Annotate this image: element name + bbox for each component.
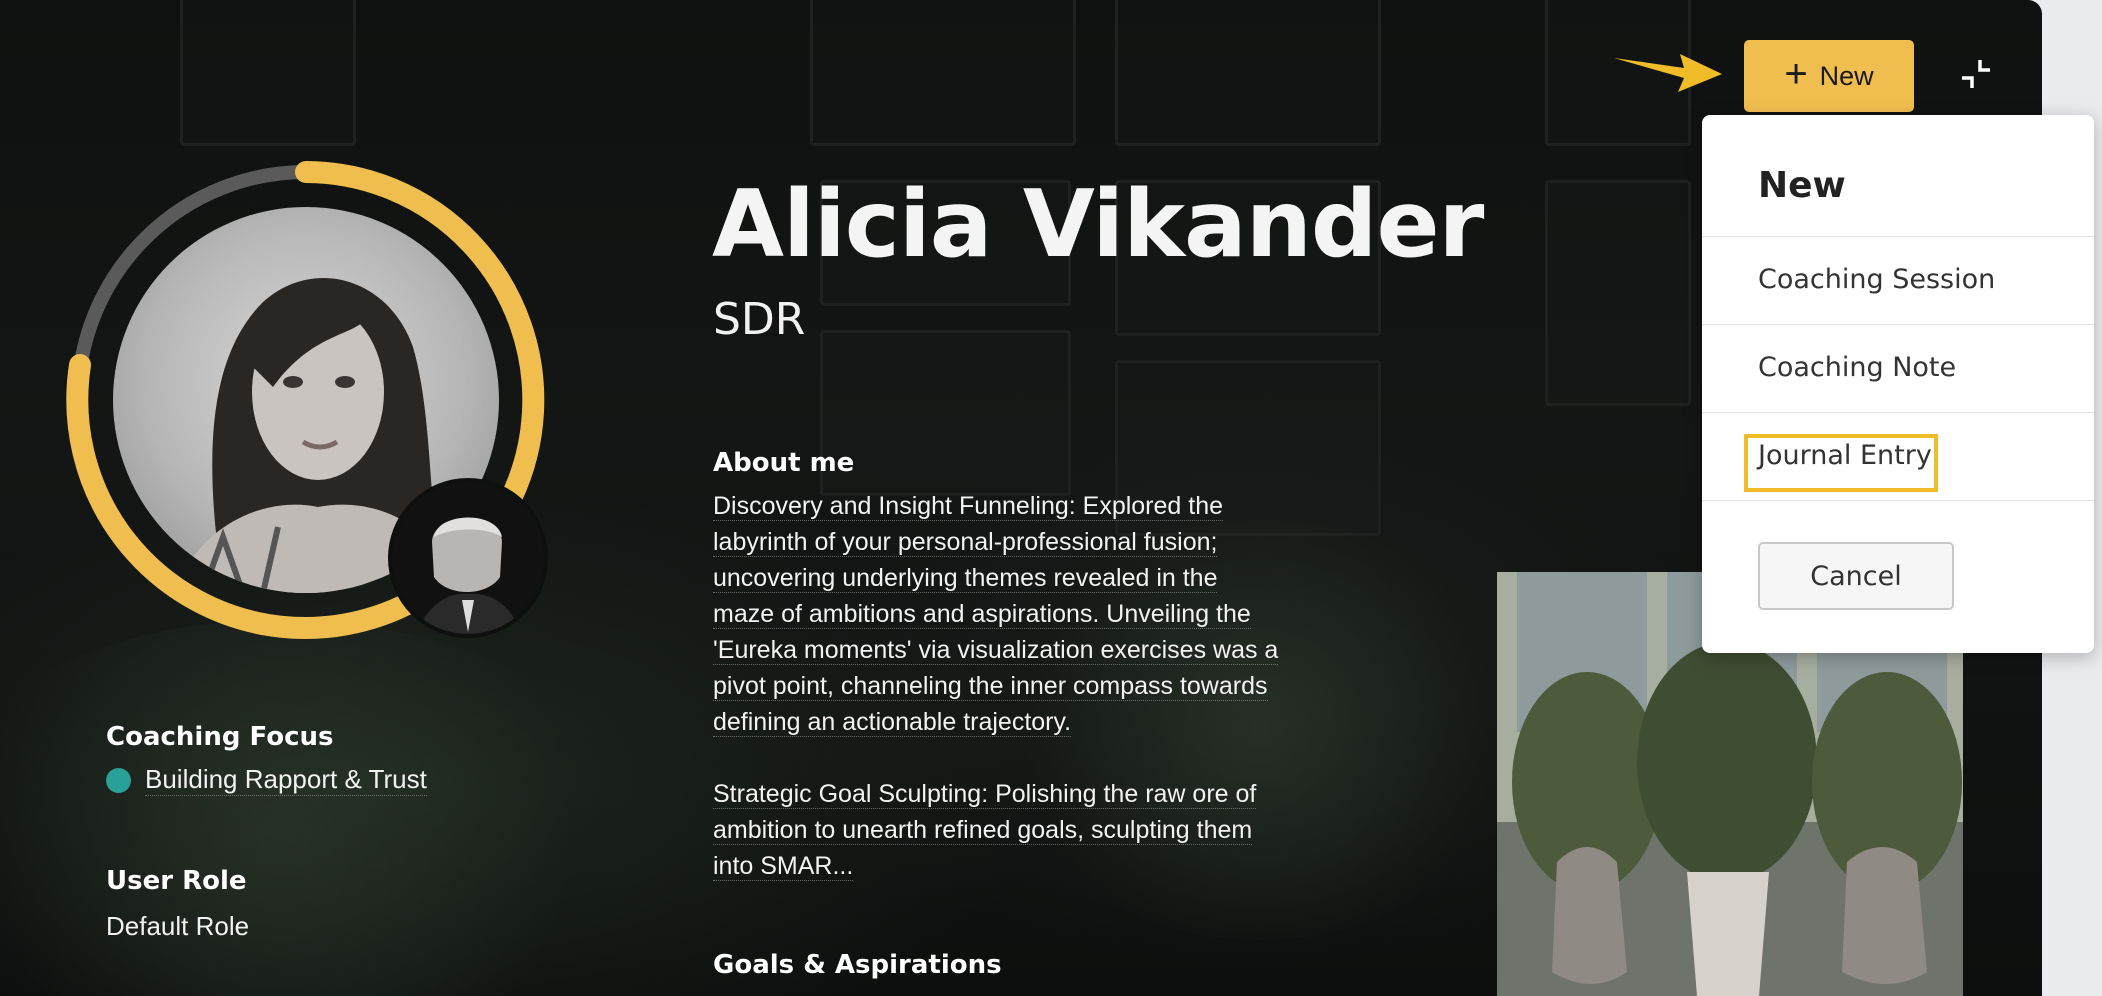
background-panel <box>810 0 1076 146</box>
about-line: into SMAR... <box>713 852 854 881</box>
mini-portrait-image <box>392 482 544 634</box>
user-role-value: Default Role <box>106 911 250 941</box>
profile-name: Alicia Vikander <box>712 170 1484 278</box>
about-line: pivot point, channeling the inner compas… <box>713 672 1268 701</box>
plus-icon: + <box>1784 52 1808 96</box>
secondary-avatar <box>388 478 548 638</box>
collapse-icon[interactable] <box>1956 54 1996 94</box>
menu-item-coaching-session[interactable]: Coaching Session <box>1758 264 1995 295</box>
menu-item-coaching-note[interactable]: Coaching Note <box>1758 352 1956 383</box>
menu-divider <box>1702 236 2094 237</box>
background-foliage <box>0 620 640 996</box>
focus-status-dot <box>106 767 131 793</box>
new-button-label: New <box>1819 60 1874 91</box>
about-line: Strategic Goal Sculpting: Polishing the … <box>713 780 1257 809</box>
about-line: labyrinth of your personal-professional … <box>713 528 1218 557</box>
background-panel <box>820 330 1071 496</box>
about-line: maze of ambitions and aspirations. Unvei… <box>713 600 1251 629</box>
menu-divider <box>1702 500 2094 501</box>
new-menu-heading: New <box>1758 165 1846 206</box>
background-panel <box>180 0 356 146</box>
arrow-pointer-icon <box>1614 54 1722 92</box>
menu-item-journal-entry[interactable]: Journal Entry <box>1758 440 1932 471</box>
menu-divider <box>1702 324 2094 325</box>
coaching-focus-label: Building Rapport & Trust <box>145 764 427 796</box>
avatar-progress <box>66 160 548 640</box>
coaching-focus-item: Building Rapport & Trust <box>106 764 427 796</box>
user-role-heading: User Role <box>106 866 247 896</box>
about-line: ambition to unearth refined goals, sculp… <box>713 816 1253 845</box>
about-heading: About me <box>713 448 855 478</box>
background-panel <box>1115 0 1381 146</box>
menu-divider <box>1702 412 2094 413</box>
about-line: 'Eureka moments' via visualization exerc… <box>713 636 1279 665</box>
coaching-focus-heading: Coaching Focus <box>106 722 334 752</box>
goals-heading: Goals & Aspirations <box>713 950 1002 980</box>
new-button[interactable]: + New <box>1744 40 1914 112</box>
about-line: defining an actionable trajectory. <box>713 708 1072 737</box>
new-menu: New Coaching Session Coaching Note Journ… <box>1702 115 2094 653</box>
background-panel <box>1545 180 1691 406</box>
profile-title: SDR <box>713 294 806 345</box>
cancel-button[interactable]: Cancel <box>1758 542 1954 610</box>
about-text: Discovery and Insight Funneling: Explore… <box>713 488 1279 884</box>
about-line: uncovering underlying themes revealed in… <box>713 564 1218 593</box>
about-line: Discovery and Insight Funneling: Explore… <box>713 492 1224 521</box>
